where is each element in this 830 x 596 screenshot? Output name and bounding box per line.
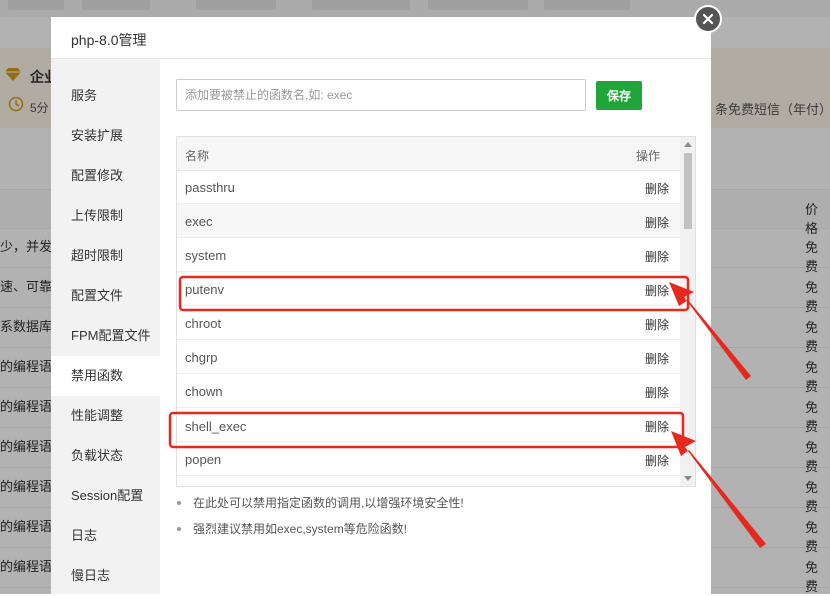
function-name: chroot: [185, 316, 222, 331]
table-scrollbar[interactable]: [680, 137, 695, 486]
sidebar-item-load-status[interactable]: 负载状态: [51, 436, 160, 476]
sidebar-item-timeout-limit[interactable]: 超时限制: [51, 236, 160, 276]
help-notes: 在此处可以禁用指定函数的调用,以增强环境安全性! 强烈建议禁用如exec,sys…: [176, 493, 696, 545]
function-name: chgrp: [185, 350, 218, 365]
scroll-down-icon[interactable]: [684, 476, 692, 481]
table-row: chgrp 删除: [177, 340, 680, 374]
sidebar-item-disabled-functions[interactable]: 禁用函数: [51, 356, 160, 396]
sidebar-item-config-file[interactable]: 配置文件: [51, 276, 160, 316]
dialog-sidebar: 服务 安装扩展 配置修改 上传限制 超时限制 配置文件 FPM配置文件 禁用函数…: [51, 59, 160, 594]
close-button[interactable]: [694, 5, 722, 33]
table-row: putenv 删除: [177, 272, 680, 306]
sidebar-item-config-edit[interactable]: 配置修改: [51, 156, 160, 196]
table-row: system 删除: [177, 238, 680, 272]
function-name: system: [185, 248, 227, 263]
sidebar-item-fpm-config[interactable]: FPM配置文件: [51, 316, 160, 356]
delete-button[interactable]: 删除: [645, 452, 669, 469]
sidebar-item-performance[interactable]: 性能调整: [51, 396, 160, 436]
table-row: chown 删除: [177, 374, 680, 408]
save-button[interactable]: 保存: [596, 81, 642, 110]
function-name: putenv: [185, 282, 225, 297]
delete-button[interactable]: 删除: [645, 180, 669, 197]
delete-button[interactable]: 删除: [645, 384, 669, 401]
table-row: chroot 删除: [177, 306, 680, 340]
delete-button[interactable]: 删除: [645, 214, 669, 231]
delete-button[interactable]: 删除: [645, 282, 669, 299]
function-name: popen: [185, 452, 222, 467]
delete-button[interactable]: 删除: [645, 316, 669, 333]
function-name-input[interactable]: [176, 79, 586, 111]
column-header-action: 操作: [636, 149, 661, 163]
php-manager-dialog: php-8.0管理 服务 安装扩展 配置修改 上传限制 超时限制 配置文件 FP…: [51, 17, 711, 594]
table-row: popen 删除: [177, 442, 680, 476]
table-row: passthru 删除: [177, 170, 680, 204]
sidebar-item-upload-limit[interactable]: 上传限制: [51, 196, 160, 236]
sidebar-item-slow-log[interactable]: 慢日志: [51, 556, 160, 596]
table-header: 名称 操作: [177, 137, 680, 171]
delete-button[interactable]: 删除: [645, 418, 669, 435]
table-row: exec 删除: [177, 204, 680, 238]
help-note: 在此处可以禁用指定函数的调用,以增强环境安全性!: [176, 493, 696, 513]
disabled-functions-table: 名称 操作 passthru 删除 exec 删除 system 删除 pute…: [176, 136, 696, 487]
function-name: chown: [185, 384, 223, 399]
dialog-header: php-8.0管理: [51, 17, 711, 59]
function-name: shell_exec: [185, 419, 247, 434]
scroll-up-icon[interactable]: [684, 142, 692, 147]
close-icon: [702, 13, 714, 25]
sidebar-item-log[interactable]: 日志: [51, 516, 160, 556]
delete-button[interactable]: 删除: [645, 248, 669, 265]
column-header-name: 名称: [185, 149, 210, 163]
sidebar-item-session-config[interactable]: Session配置: [51, 476, 160, 516]
function-name: exec: [185, 214, 213, 229]
scrollbar-thumb[interactable]: [684, 153, 692, 229]
help-note: 强烈建议禁用如exec,system等危险函数!: [176, 519, 696, 539]
sidebar-item-install-extension[interactable]: 安装扩展: [51, 116, 160, 156]
dialog-title: php-8.0管理: [71, 32, 147, 48]
sidebar-item-service[interactable]: 服务: [51, 76, 160, 116]
delete-button[interactable]: 删除: [645, 350, 669, 367]
function-name: passthru: [185, 180, 235, 195]
table-row: shell_exec 删除: [177, 408, 680, 442]
